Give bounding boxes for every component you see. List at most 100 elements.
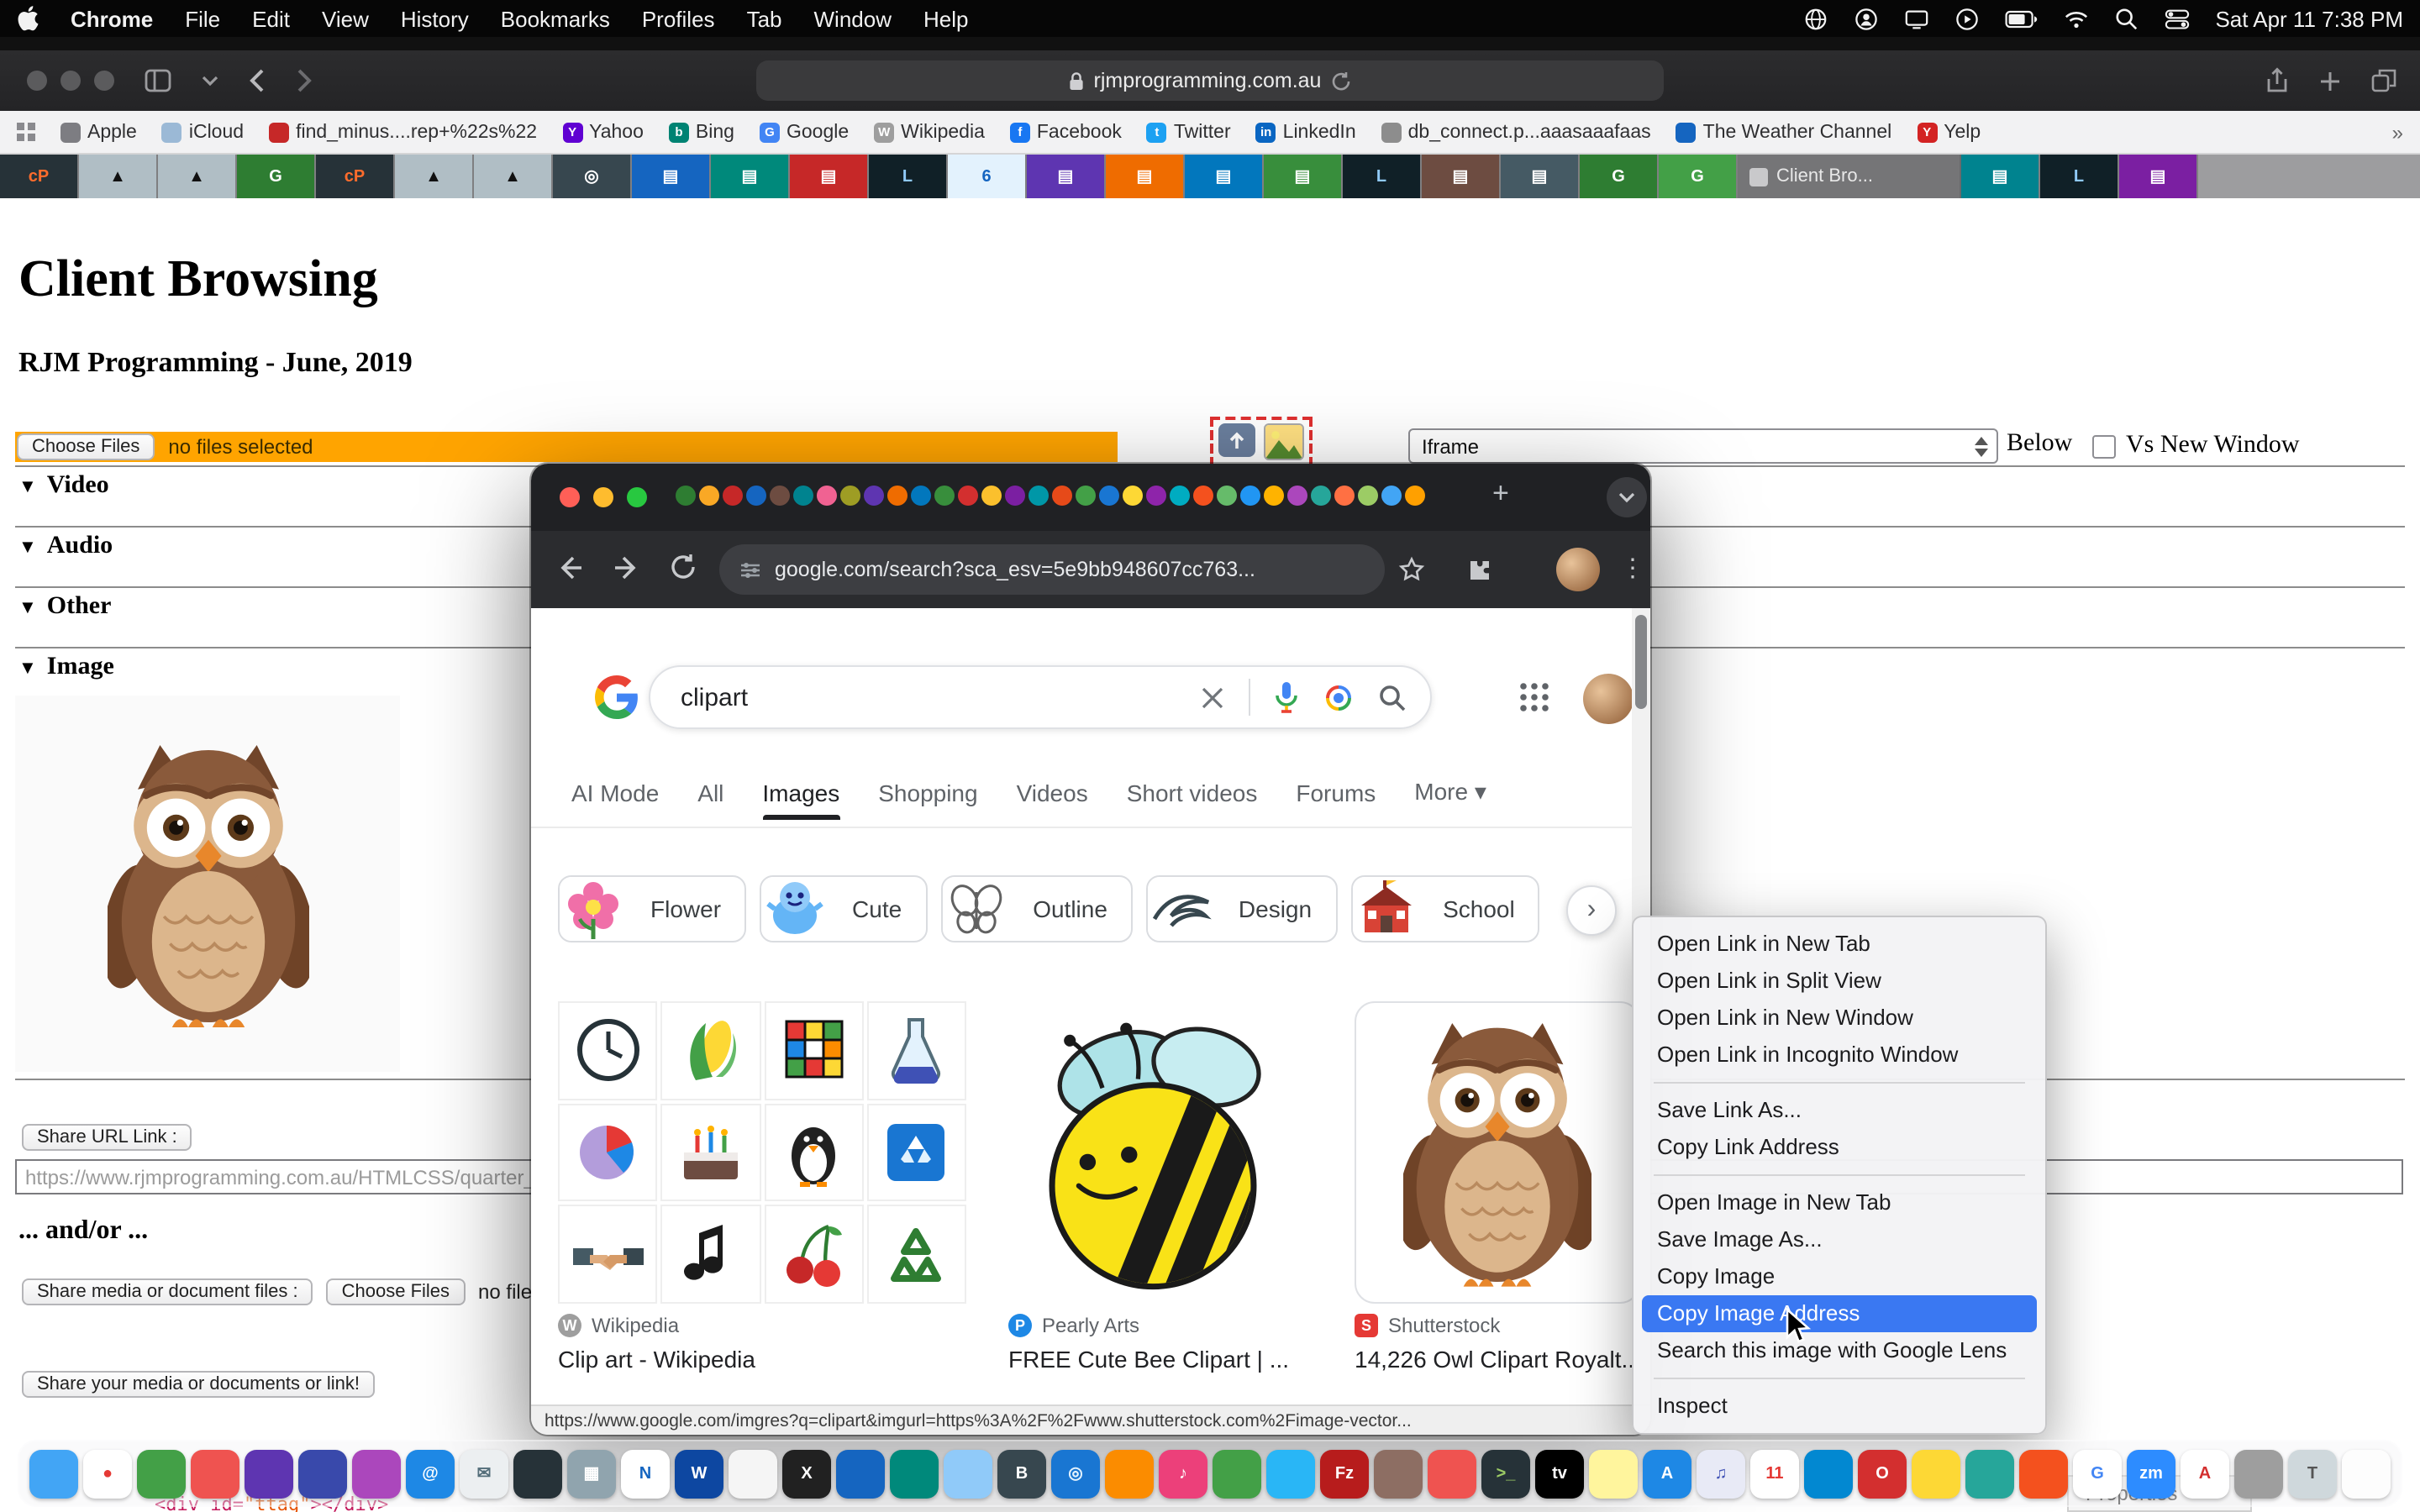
user-badge-icon[interactable] bbox=[1854, 6, 1879, 31]
play-circle-icon[interactable] bbox=[1954, 6, 1980, 31]
google-nav-tab[interactable]: All bbox=[697, 780, 723, 820]
section-video[interactable]: ▼ Video bbox=[18, 472, 109, 501]
clipart-collage-image[interactable] bbox=[558, 1001, 966, 1304]
menu-file[interactable]: File bbox=[185, 6, 220, 31]
favorite-item[interactable]: db_connect.p...aaasaaafaas bbox=[1381, 122, 1651, 142]
popup-minimize-button[interactable] bbox=[593, 487, 613, 507]
google-lens-icon[interactable] bbox=[1323, 681, 1355, 713]
owl-result-card[interactable] bbox=[1355, 1001, 1640, 1304]
favorite-item[interactable]: Apple bbox=[60, 122, 137, 142]
favorite-item[interactable]: t Twitter bbox=[1147, 122, 1231, 142]
menu-window[interactable]: Window bbox=[814, 6, 892, 31]
dock-icon[interactable]: tv bbox=[1535, 1449, 1584, 1498]
share-media-files-button[interactable]: Share media or document files : bbox=[22, 1278, 313, 1305]
context-menu-item[interactable] bbox=[1654, 1082, 2025, 1084]
profile-avatar[interactable] bbox=[1556, 548, 1600, 591]
active-browser-tab[interactable]: Client Bro... bbox=[1738, 155, 1961, 198]
dock-icon[interactable] bbox=[1105, 1449, 1154, 1498]
dock-icon[interactable] bbox=[729, 1449, 777, 1498]
dock-icon[interactable]: ♫ bbox=[1697, 1449, 1745, 1498]
google-nav-tab[interactable]: Forums bbox=[1296, 780, 1376, 820]
choose-files-button[interactable]: Choose Files bbox=[17, 433, 155, 460]
popup-tab-favicon[interactable] bbox=[1217, 486, 1237, 506]
browser-tab[interactable]: ▤ bbox=[790, 155, 869, 198]
reload-icon[interactable] bbox=[1331, 70, 1351, 92]
popup-tab-favicon[interactable] bbox=[934, 486, 955, 506]
section-image[interactable]: ▼ Image bbox=[18, 654, 114, 682]
result-title[interactable]: Clip art - Wikipedia bbox=[558, 1346, 953, 1373]
share-url-link-button[interactable]: Share URL Link : bbox=[22, 1124, 192, 1151]
dock-icon[interactable]: T bbox=[2288, 1449, 2337, 1498]
favorite-item[interactable]: W Wikipedia bbox=[874, 122, 985, 142]
dock-icon[interactable] bbox=[890, 1449, 939, 1498]
google-apps-grid-icon[interactable] bbox=[1519, 682, 1549, 712]
popup-tab-favicon[interactable] bbox=[1005, 486, 1025, 506]
browser-tab[interactable]: ▤ bbox=[1185, 155, 1264, 198]
dock-icon[interactable] bbox=[29, 1449, 78, 1498]
result-caption[interactable]: PPearly Arts FREE Cute Bee Clipart | ... bbox=[1008, 1314, 1344, 1373]
dock-icon[interactable] bbox=[944, 1449, 992, 1498]
menu-history[interactable]: History bbox=[401, 6, 469, 31]
menu-bar-clock[interactable]: Sat Apr 11 7:38 PM bbox=[2215, 6, 2403, 31]
popup-new-tab-button[interactable]: + bbox=[1492, 477, 1509, 511]
dock-icon[interactable] bbox=[2342, 1449, 2391, 1498]
google-nav-tab[interactable]: Short videos bbox=[1127, 780, 1258, 820]
popup-tab-favicon[interactable] bbox=[864, 486, 884, 506]
dock-icon[interactable]: ▦ bbox=[567, 1449, 616, 1498]
menu-dots-icon[interactable]: ⋮ bbox=[1620, 553, 1645, 583]
context-menu-item[interactable]: Copy Image bbox=[1634, 1258, 2045, 1295]
control-center-icon[interactable] bbox=[2165, 6, 2190, 31]
popup-tab-favicon[interactable] bbox=[1405, 486, 1425, 506]
search-icon[interactable] bbox=[1378, 683, 1407, 711]
google-nav-tab[interactable]: Videos bbox=[1017, 780, 1088, 820]
popup-close-button[interactable] bbox=[560, 487, 580, 507]
result-caption[interactable]: WWikipedia Clip art - Wikipedia bbox=[558, 1314, 953, 1373]
bookmark-star-icon[interactable] bbox=[1398, 556, 1425, 583]
browser-tab[interactable]: ▤ bbox=[632, 155, 711, 198]
wifi-icon[interactable] bbox=[2064, 6, 2089, 31]
popup-tab-favicon[interactable] bbox=[1240, 486, 1260, 506]
context-menu-item[interactable] bbox=[1654, 1174, 2025, 1176]
dock-icon[interactable] bbox=[2019, 1449, 2068, 1498]
browser-tab[interactable]: ▲ bbox=[158, 155, 237, 198]
favorite-item[interactable]: Y Yahoo bbox=[562, 122, 644, 142]
section-other[interactable]: ▼ Other bbox=[18, 593, 111, 622]
dock-icon[interactable] bbox=[1374, 1449, 1423, 1498]
browser-tab[interactable]: ▲ bbox=[395, 155, 474, 198]
dock-icon[interactable] bbox=[1589, 1449, 1638, 1498]
apple-menu[interactable] bbox=[17, 5, 39, 32]
chip-outline[interactable]: Outline bbox=[940, 875, 1133, 942]
browser-tab[interactable]: ▤ bbox=[1422, 155, 1501, 198]
popup-reload-icon[interactable] bbox=[669, 553, 697, 581]
popup-tab-favicon[interactable] bbox=[1381, 486, 1402, 506]
dock-icon[interactable]: 11 bbox=[1750, 1449, 1799, 1498]
context-menu-item[interactable]: Open Link in New Window bbox=[1634, 1000, 2045, 1037]
chip-cute[interactable]: Cute bbox=[760, 875, 927, 942]
google-search-box[interactable]: clipart bbox=[649, 665, 1432, 729]
share-submit-button[interactable]: Share your media or documents or link! bbox=[22, 1371, 375, 1398]
dock-icon[interactable] bbox=[1266, 1449, 1315, 1498]
popup-tab-search-button[interactable] bbox=[1607, 477, 1647, 517]
choose-files-button-2[interactable]: Choose Files bbox=[327, 1278, 465, 1305]
dock-icon[interactable]: ● bbox=[83, 1449, 132, 1498]
dock-icon[interactable]: ◎ bbox=[1051, 1449, 1100, 1498]
dock-icon[interactable] bbox=[352, 1449, 401, 1498]
chip-flower[interactable]: Flower bbox=[558, 875, 746, 942]
context-menu-item[interactable]: Copy Link Address bbox=[1634, 1129, 2045, 1166]
popup-tab-favicon[interactable] bbox=[840, 486, 860, 506]
dock-icon[interactable] bbox=[1965, 1449, 2014, 1498]
favorite-item[interactable]: Y Yelp bbox=[1917, 122, 1981, 142]
context-menu-item[interactable]: Search this image with Google Lens bbox=[1634, 1332, 2045, 1369]
new-tab-icon[interactable] bbox=[2319, 70, 2341, 92]
browser-tab[interactable]: G bbox=[237, 155, 316, 198]
menu-app-name[interactable]: Chrome bbox=[71, 6, 153, 31]
browser-tab[interactable]: 6 bbox=[948, 155, 1027, 198]
search-icon[interactable] bbox=[2114, 6, 2139, 31]
dock-icon[interactable] bbox=[191, 1449, 239, 1498]
dock-icon[interactable] bbox=[2234, 1449, 2283, 1498]
popup-tab-favicon[interactable] bbox=[1358, 486, 1378, 506]
favorite-item[interactable]: b Bing bbox=[669, 122, 734, 142]
dock-icon[interactable]: X bbox=[782, 1449, 831, 1498]
upload-icon[interactable] bbox=[1218, 423, 1255, 457]
popup-address-bar[interactable]: google.com/search?sca_esv=5e9bb948607cc7… bbox=[719, 544, 1385, 595]
